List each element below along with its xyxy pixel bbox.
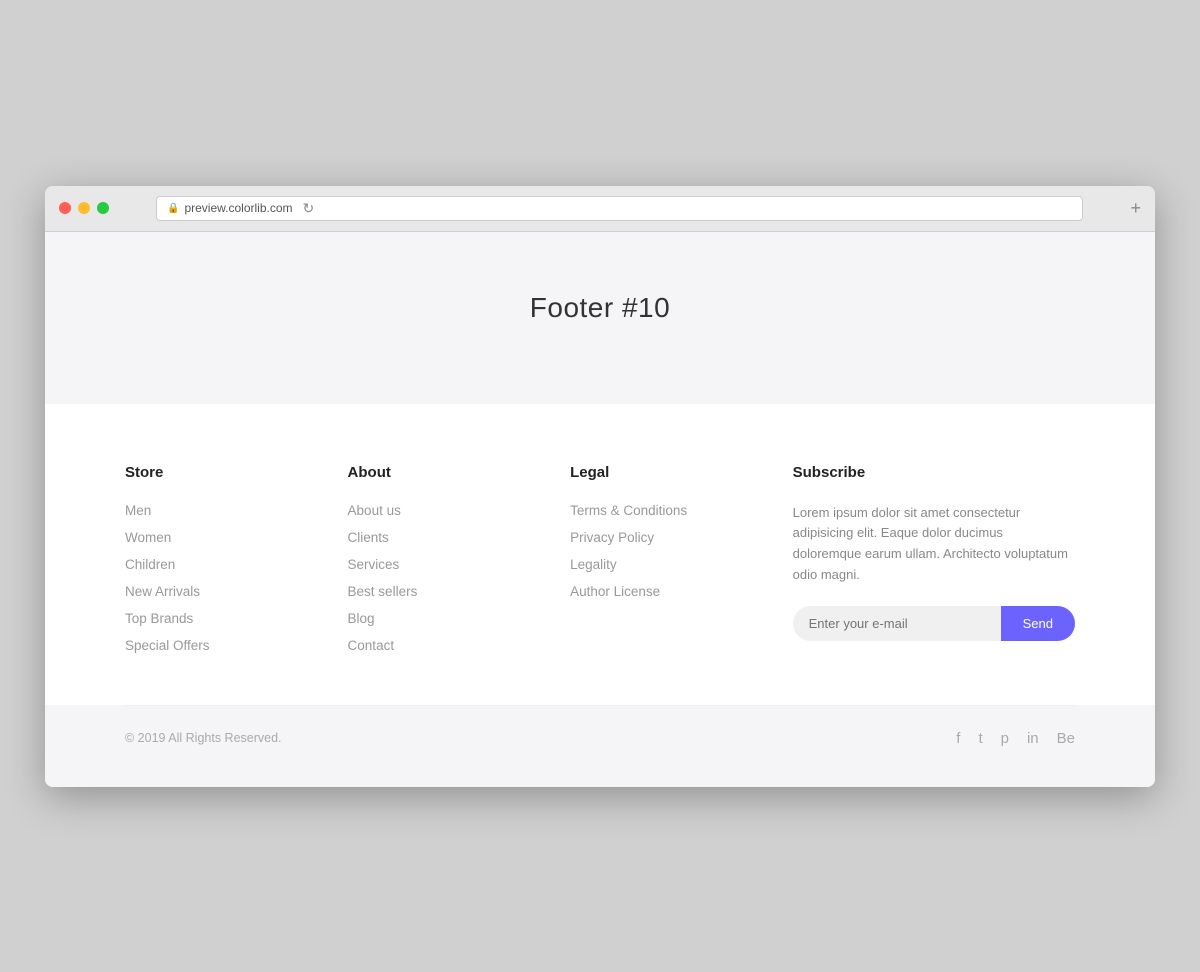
footer-col-store: Store Men Women Children New Arrivals To… (125, 464, 348, 665)
titlebar: 🔒 preview.colorlib.com ↻ + (45, 186, 1155, 232)
behance-icon[interactable]: Be (1057, 730, 1075, 747)
about-link-services[interactable]: Services (348, 557, 571, 572)
copyright-text: © 2019 All Rights Reserved. (125, 731, 282, 745)
browser-window: 🔒 preview.colorlib.com ↻ + Footer #10 St… (45, 186, 1155, 787)
store-link-children[interactable]: Children (125, 557, 348, 572)
about-link-best-sellers[interactable]: Best sellers (348, 584, 571, 599)
email-input[interactable] (793, 606, 1001, 641)
legal-link-author-license[interactable]: Author License (570, 584, 793, 599)
hero-section: Footer #10 (45, 232, 1155, 404)
close-button[interactable] (59, 202, 71, 214)
store-link-new-arrivals[interactable]: New Arrivals (125, 584, 348, 599)
about-link-about-us[interactable]: About us (348, 503, 571, 518)
footer-col-about: About About us Clients Services Best sel… (348, 464, 571, 665)
footer-bottom: © 2019 All Rights Reserved. f t p in Be (45, 706, 1155, 787)
social-icons: f t p in Be (956, 730, 1075, 747)
twitter-icon[interactable]: t (978, 730, 982, 747)
subscribe-form: Send (793, 606, 1075, 641)
lock-icon: 🔒 (167, 203, 179, 214)
send-button[interactable]: Send (1001, 606, 1075, 641)
page-title: Footer #10 (45, 292, 1155, 324)
page-content: Footer #10 Store Men Women Children New … (45, 232, 1155, 787)
maximize-button[interactable] (97, 202, 109, 214)
url-text: preview.colorlib.com (184, 201, 292, 215)
store-link-women[interactable]: Women (125, 530, 348, 545)
address-bar[interactable]: 🔒 preview.colorlib.com ↻ (156, 196, 1083, 221)
legal-link-terms[interactable]: Terms & Conditions (570, 503, 793, 518)
about-link-blog[interactable]: Blog (348, 611, 571, 626)
about-link-clients[interactable]: Clients (348, 530, 571, 545)
minimize-button[interactable] (78, 202, 90, 214)
about-link-contact[interactable]: Contact (348, 638, 571, 653)
store-link-special-offers[interactable]: Special Offers (125, 638, 348, 653)
new-tab-button[interactable]: + (1130, 198, 1141, 219)
subscribe-heading: Subscribe (793, 464, 1075, 481)
legal-link-legality[interactable]: Legality (570, 557, 793, 572)
store-link-men[interactable]: Men (125, 503, 348, 518)
store-heading: Store (125, 464, 348, 481)
footer-columns: Store Men Women Children New Arrivals To… (125, 464, 1075, 705)
subscribe-description: Lorem ipsum dolor sit amet consectetur a… (793, 503, 1075, 586)
legal-heading: Legal (570, 464, 793, 481)
pinterest-icon[interactable]: p (1001, 730, 1009, 747)
reload-button[interactable]: ↻ (303, 200, 315, 217)
legal-link-privacy[interactable]: Privacy Policy (570, 530, 793, 545)
footer-col-subscribe: Subscribe Lorem ipsum dolor sit amet con… (793, 464, 1075, 665)
about-heading: About (348, 464, 571, 481)
facebook-icon[interactable]: f (956, 730, 960, 747)
instagram-icon[interactable]: in (1027, 730, 1039, 747)
store-link-top-brands[interactable]: Top Brands (125, 611, 348, 626)
footer-col-legal: Legal Terms & Conditions Privacy Policy … (570, 464, 793, 665)
footer-section: Store Men Women Children New Arrivals To… (45, 404, 1155, 705)
